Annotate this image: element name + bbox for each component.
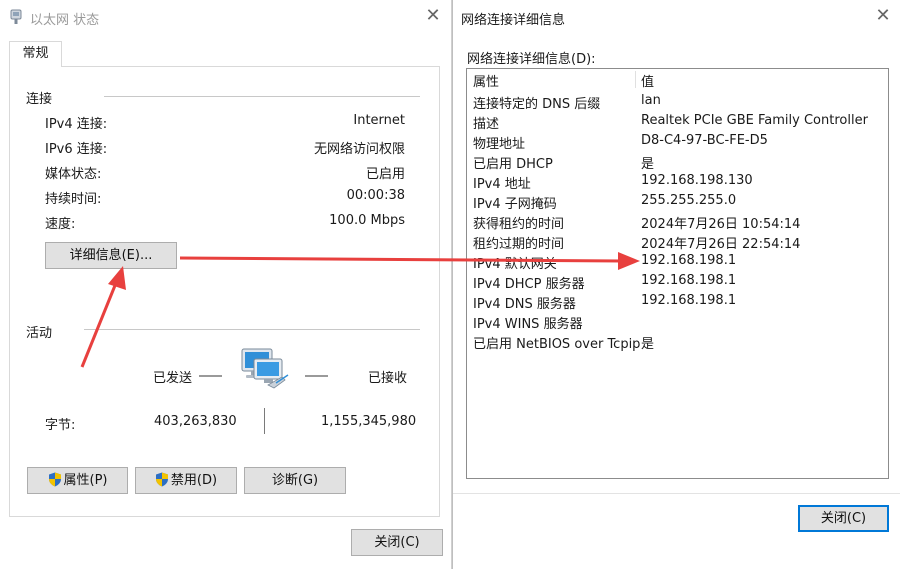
ethernet-status-window: 以太网 状态 ✕ 常规 连接 IPv4 连接: Internet IPv6 连接… <box>0 0 452 569</box>
activity-heading: 活动 <box>26 326 53 341</box>
list-row[interactable]: 租约过期的时间 2024年7月26日 22:54:14 <box>467 231 888 252</box>
list-row[interactable]: IPv4 DHCP 服务器 192.168.198.1 <box>467 271 888 292</box>
tab-general[interactable]: 常规 <box>9 41 62 67</box>
row-value: 192.168.198.1 <box>641 293 737 308</box>
row-value: 2024年7月26日 10:54:14 <box>641 217 801 232</box>
row-value: 192.168.198.1 <box>641 273 737 288</box>
disable-button[interactable]: 禁用(D) <box>135 467 237 494</box>
speed-value: 100.0 Mbps <box>329 213 405 228</box>
details-list-label: 网络连接详细信息(D): <box>467 52 596 67</box>
row-property: 物理地址 <box>473 137 526 152</box>
close-icon[interactable]: ✕ <box>423 6 443 26</box>
list-row[interactable]: 已启用 NetBIOS over Tcpip 是 <box>467 331 888 352</box>
row-property: 已启用 NetBIOS over Tcpip <box>473 337 641 352</box>
ipv4-connectivity-label: IPv4 连接: <box>45 117 108 132</box>
general-panel <box>9 66 440 517</box>
media-state-value: 已启用 <box>365 167 405 182</box>
ipv6-connectivity-value: 无网络访问权限 <box>313 142 405 157</box>
row-property: 租约过期的时间 <box>473 237 565 252</box>
row-property: IPv4 默认网关 <box>473 257 557 272</box>
list-row[interactable]: IPv4 WINS 服务器 <box>467 311 888 332</box>
network-adapter-icon <box>10 9 22 24</box>
row-property: 连接特定的 DNS 后缀 <box>473 97 601 112</box>
details-list[interactable]: 属性 值 连接特定的 DNS 后缀 lan 描述 Realtek PCIe GB… <box>466 68 889 479</box>
row-value: D8-C4-97-BC-FE-D5 <box>641 133 768 148</box>
list-header: 属性 值 <box>467 69 888 90</box>
bytes-label: 字节: <box>45 418 76 433</box>
uac-shield-icon <box>48 472 61 486</box>
list-row[interactable]: 描述 Realtek PCIe GBE Family Controller <box>467 111 888 132</box>
list-row[interactable]: IPv4 子网掩码 255.255.255.0 <box>467 191 888 212</box>
bytes-separator <box>264 408 265 434</box>
row-property: IPv4 子网掩码 <box>473 197 557 212</box>
sent-label: 已发送 <box>153 371 193 386</box>
close-button[interactable]: 关闭(C) <box>798 505 889 532</box>
row-value: lan <box>641 93 661 108</box>
details-button[interactable]: 详细信息(E)... <box>45 242 177 269</box>
column-separator[interactable] <box>635 71 636 88</box>
list-row[interactable]: 物理地址 D8-C4-97-BC-FE-D5 <box>467 131 888 152</box>
row-property: IPv4 地址 <box>473 177 531 192</box>
row-value: 2024年7月26日 22:54:14 <box>641 237 801 252</box>
row-property: 获得租约的时间 <box>473 217 565 232</box>
window-title: 以太网 状态 <box>30 13 100 28</box>
media-state-label: 媒体状态: <box>45 167 102 182</box>
footer-divider <box>453 493 900 494</box>
disable-label: 禁用(D) <box>170 473 218 488</box>
received-label: 已接收 <box>368 371 408 386</box>
properties-button[interactable]: 属性(P) <box>27 467 128 494</box>
list-row[interactable]: IPv4 默认网关 192.168.198.1 <box>467 251 888 272</box>
column-header-property[interactable]: 属性 <box>473 71 499 90</box>
properties-label: 属性(P) <box>63 473 108 488</box>
bytes-received-value: 1,155,345,980 <box>321 414 417 429</box>
sent-dash <box>199 375 222 377</box>
network-computers-icon <box>241 348 289 389</box>
row-value: 255.255.255.0 <box>641 193 737 208</box>
network-connection-details-window: 网络连接详细信息 ✕ 网络连接详细信息(D): 属性 值 连接特定的 DNS 后… <box>452 0 900 569</box>
row-value: 192.168.198.130 <box>641 173 753 188</box>
ipv6-connectivity-label: IPv6 连接: <box>45 142 108 157</box>
window-title: 网络连接详细信息 <box>461 13 566 28</box>
received-dash <box>305 375 328 377</box>
row-property: IPv4 WINS 服务器 <box>473 317 583 332</box>
ipv4-connectivity-value: Internet <box>353 113 405 128</box>
duration-label: 持续时间: <box>45 192 102 207</box>
row-property: 描述 <box>473 117 500 132</box>
row-property: 已启用 DHCP <box>473 157 553 172</box>
title-bar: 以太网 状态 ✕ <box>0 0 451 34</box>
row-property: IPv4 DHCP 服务器 <box>473 277 585 292</box>
uac-shield-icon <box>155 472 168 486</box>
list-row[interactable]: IPv4 地址 192.168.198.130 <box>467 171 888 192</box>
connection-divider <box>104 96 420 97</box>
list-row[interactable]: 连接特定的 DNS 后缀 lan <box>467 91 888 112</box>
close-icon[interactable]: ✕ <box>873 6 893 26</box>
row-value: 192.168.198.1 <box>641 253 737 268</box>
row-value: 是 <box>641 157 655 172</box>
list-row[interactable]: IPv4 DNS 服务器 192.168.198.1 <box>467 291 888 312</box>
list-row[interactable]: 已启用 DHCP 是 <box>467 151 888 172</box>
list-row[interactable]: 获得租约的时间 2024年7月26日 10:54:14 <box>467 211 888 232</box>
activity-divider <box>84 329 420 330</box>
close-button[interactable]: 关闭(C) <box>351 529 443 556</box>
speed-label: 速度: <box>45 217 76 232</box>
diagnose-button[interactable]: 诊断(G) <box>244 467 346 494</box>
connection-heading: 连接 <box>26 92 53 107</box>
bytes-sent-value: 403,263,830 <box>154 414 237 429</box>
duration-value: 00:00:38 <box>346 188 405 203</box>
column-header-value[interactable]: 值 <box>641 71 654 90</box>
row-value: Realtek PCIe GBE Family Controller <box>641 113 868 128</box>
row-property: IPv4 DNS 服务器 <box>473 297 576 312</box>
row-value: 是 <box>641 337 655 352</box>
